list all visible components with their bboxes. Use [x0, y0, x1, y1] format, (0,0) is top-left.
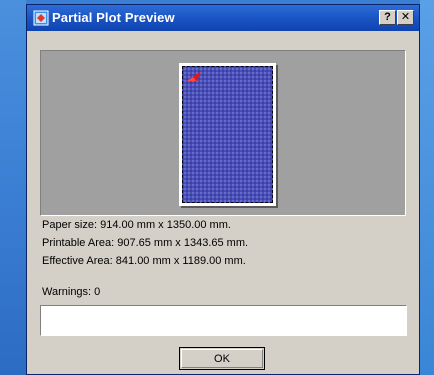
printable-area: [182, 66, 273, 203]
effective-area-text: Effective Area: 841.00 mm x 1189.00 mm.: [42, 255, 246, 267]
dialog-title: Partial Plot Preview: [52, 10, 175, 25]
close-button[interactable]: ✕: [397, 10, 414, 25]
title-bar[interactable]: Partial Plot Preview ? ✕: [27, 5, 419, 31]
paper-size-text: Paper size: 914.00 mm x 1350.00 mm.: [42, 219, 231, 231]
ok-button[interactable]: OK: [179, 347, 265, 370]
printable-area-text: Printable Area: 907.65 mm x 1343.65 mm.: [42, 237, 249, 249]
warnings-label: Warnings: 0: [42, 286, 101, 298]
ok-button-label: OK: [181, 349, 263, 368]
warnings-box[interactable]: [40, 305, 407, 336]
plot-preview-area: [40, 50, 406, 216]
plot-preview-icon: [33, 10, 49, 26]
paper-sheet: [179, 63, 276, 206]
plot-origin-marker-icon: [187, 71, 201, 81]
help-button[interactable]: ?: [379, 10, 396, 25]
desktop-background-right: [420, 0, 434, 375]
partial-plot-preview-dialog: Partial Plot Preview ? ✕ Paper size: 914…: [26, 4, 420, 375]
desktop-background: [0, 0, 26, 375]
help-icon: ?: [384, 11, 391, 23]
close-icon: ✕: [400, 11, 411, 23]
